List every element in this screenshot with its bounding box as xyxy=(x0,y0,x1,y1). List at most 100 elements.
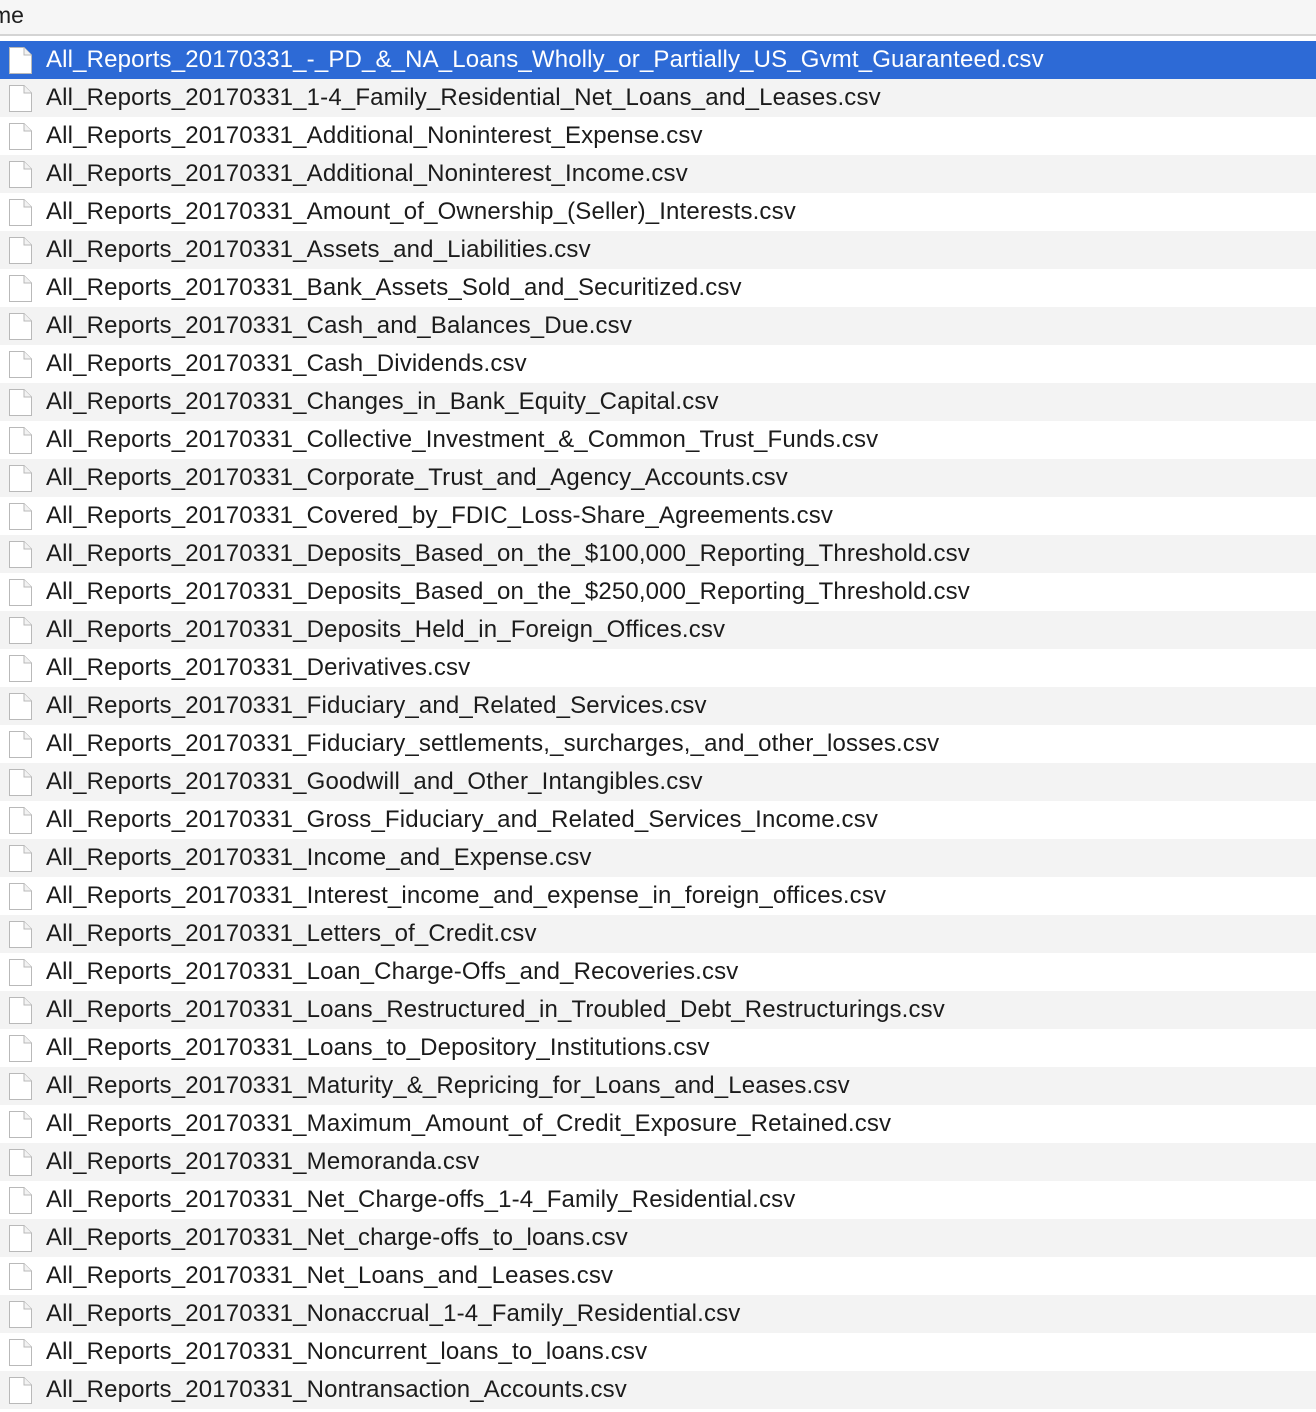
file-row[interactable]: All_Reports_20170331_Additional_Noninter… xyxy=(0,117,1316,155)
file-row[interactable]: All_Reports_20170331_Income_and_Expense.… xyxy=(0,839,1316,877)
file-name: All_Reports_20170331_Cash_and_Balances_D… xyxy=(46,312,632,339)
document-file-icon xyxy=(8,616,33,645)
document-file-icon xyxy=(8,1376,33,1405)
file-row[interactable]: All_Reports_20170331_Goodwill_and_Other_… xyxy=(0,763,1316,801)
document-file-icon xyxy=(8,312,33,341)
file-row[interactable]: All_Reports_20170331_Collective_Investme… xyxy=(0,421,1316,459)
document-file-icon xyxy=(8,1148,33,1177)
file-row[interactable]: All_Reports_20170331_Loans_Restructured_… xyxy=(0,991,1316,1029)
file-name: All_Reports_20170331_Corporate_Trust_and… xyxy=(46,464,788,491)
file-row[interactable]: All_Reports_20170331_Maximum_Amount_of_C… xyxy=(0,1105,1316,1143)
file-row[interactable]: All_Reports_20170331_Cash_and_Balances_D… xyxy=(0,307,1316,345)
document-file-icon xyxy=(8,730,33,759)
file-name: All_Reports_20170331_Derivatives.csv xyxy=(46,654,471,681)
file-row[interactable]: All_Reports_20170331_Bank_Assets_Sold_an… xyxy=(0,269,1316,307)
file-name: All_Reports_20170331_Letters_of_Credit.c… xyxy=(46,920,537,947)
document-file-icon xyxy=(8,426,33,455)
document-file-icon xyxy=(8,578,33,607)
document-file-icon xyxy=(8,350,33,379)
file-name: All_Reports_20170331_Bank_Assets_Sold_an… xyxy=(46,274,742,301)
file-list: All_Reports_20170331_-_PD_&_NA_Loans_Who… xyxy=(0,41,1316,1409)
document-file-icon xyxy=(8,996,33,1025)
document-file-icon xyxy=(8,1110,33,1139)
file-row[interactable]: All_Reports_20170331_Interest_income_and… xyxy=(0,877,1316,915)
file-name: All_Reports_20170331_Assets_and_Liabilit… xyxy=(46,236,591,263)
file-name: All_Reports_20170331_Maximum_Amount_of_C… xyxy=(46,1110,892,1137)
document-file-icon xyxy=(8,46,33,75)
file-name: All_Reports_20170331_Goodwill_and_Other_… xyxy=(46,768,703,795)
document-file-icon xyxy=(8,464,33,493)
file-row[interactable]: All_Reports_20170331_Amount_of_Ownership… xyxy=(0,193,1316,231)
document-file-icon xyxy=(8,122,33,151)
file-name: All_Reports_20170331_Nontransaction_Acco… xyxy=(46,1376,627,1403)
file-row[interactable]: All_Reports_20170331_Nontransaction_Acco… xyxy=(0,1371,1316,1409)
file-row[interactable]: All_Reports_20170331_Covered_by_FDIC_Los… xyxy=(0,497,1316,535)
document-file-icon xyxy=(8,1338,33,1367)
file-row[interactable]: All_Reports_20170331_Nonaccrual_1-4_Fami… xyxy=(0,1295,1316,1333)
file-row[interactable]: All_Reports_20170331_1-4_Family_Resident… xyxy=(0,79,1316,117)
file-row[interactable]: All_Reports_20170331_Corporate_Trust_and… xyxy=(0,459,1316,497)
file-row[interactable]: All_Reports_20170331_Net_charge-offs_to_… xyxy=(0,1219,1316,1257)
file-row[interactable]: All_Reports_20170331_Loan_Charge-Offs_an… xyxy=(0,953,1316,991)
file-row[interactable]: All_Reports_20170331_-_PD_&_NA_Loans_Who… xyxy=(0,41,1316,79)
file-name: All_Reports_20170331_Net_Loans_and_Lease… xyxy=(46,1262,614,1289)
file-name: All_Reports_20170331_Additional_Noninter… xyxy=(46,160,688,187)
document-file-icon xyxy=(8,768,33,797)
file-name: All_Reports_20170331_Nonaccrual_1-4_Fami… xyxy=(46,1300,741,1327)
document-file-icon xyxy=(8,1186,33,1215)
document-file-icon xyxy=(8,274,33,303)
file-name: All_Reports_20170331_Income_and_Expense.… xyxy=(46,844,592,871)
file-row[interactable]: All_Reports_20170331_Fiduciary_settlemen… xyxy=(0,725,1316,763)
document-file-icon xyxy=(8,236,33,265)
file-name: All_Reports_20170331_Cash_Dividends.csv xyxy=(46,350,527,377)
file-row[interactable]: All_Reports_20170331_Memoranda.csv xyxy=(0,1143,1316,1181)
file-row[interactable]: All_Reports_20170331_Letters_of_Credit.c… xyxy=(0,915,1316,953)
file-row[interactable]: All_Reports_20170331_Changes_in_Bank_Equ… xyxy=(0,383,1316,421)
file-name: All_Reports_20170331_Net_charge-offs_to_… xyxy=(46,1224,628,1251)
name-column-label: me xyxy=(0,2,24,28)
document-file-icon xyxy=(8,1224,33,1253)
file-name: All_Reports_20170331_Changes_in_Bank_Equ… xyxy=(46,388,719,415)
file-row[interactable]: All_Reports_20170331_Net_Loans_and_Lease… xyxy=(0,1257,1316,1295)
file-name: All_Reports_20170331_Covered_by_FDIC_Los… xyxy=(46,502,834,529)
file-name: All_Reports_20170331_1-4_Family_Resident… xyxy=(46,84,881,111)
file-row[interactable]: All_Reports_20170331_Loans_to_Depository… xyxy=(0,1029,1316,1067)
file-name: All_Reports_20170331_-_PD_&_NA_Loans_Who… xyxy=(46,46,1044,73)
document-file-icon xyxy=(8,1262,33,1291)
document-file-icon xyxy=(8,1034,33,1063)
file-name: All_Reports_20170331_Collective_Investme… xyxy=(46,426,879,453)
file-row[interactable]: All_Reports_20170331_Maturity_&_Repricin… xyxy=(0,1067,1316,1105)
document-file-icon xyxy=(8,1072,33,1101)
document-file-icon xyxy=(8,806,33,835)
name-column-header[interactable]: me xyxy=(0,0,1316,36)
document-file-icon xyxy=(8,540,33,569)
file-name: All_Reports_20170331_Fiduciary_and_Relat… xyxy=(46,692,707,719)
file-name: All_Reports_20170331_Maturity_&_Repricin… xyxy=(46,1072,850,1099)
file-name: All_Reports_20170331_Deposits_Based_on_t… xyxy=(46,578,970,605)
file-row[interactable]: All_Reports_20170331_Deposits_Based_on_t… xyxy=(0,573,1316,611)
document-file-icon xyxy=(8,692,33,721)
file-row[interactable]: All_Reports_20170331_Fiduciary_and_Relat… xyxy=(0,687,1316,725)
file-name: All_Reports_20170331_Deposits_Held_in_Fo… xyxy=(46,616,726,643)
document-file-icon xyxy=(8,958,33,987)
document-file-icon xyxy=(8,160,33,189)
file-row[interactable]: All_Reports_20170331_Noncurrent_loans_to… xyxy=(0,1333,1316,1371)
file-row[interactable]: All_Reports_20170331_Additional_Noninter… xyxy=(0,155,1316,193)
file-row[interactable]: All_Reports_20170331_Gross_Fiduciary_and… xyxy=(0,801,1316,839)
file-name: All_Reports_20170331_Deposits_Based_on_t… xyxy=(46,540,970,567)
file-row[interactable]: All_Reports_20170331_Deposits_Based_on_t… xyxy=(0,535,1316,573)
file-name: All_Reports_20170331_Memoranda.csv xyxy=(46,1148,480,1175)
file-row[interactable]: All_Reports_20170331_Net_Charge-offs_1-4… xyxy=(0,1181,1316,1219)
file-row[interactable]: All_Reports_20170331_Derivatives.csv xyxy=(0,649,1316,687)
file-row[interactable]: All_Reports_20170331_Deposits_Held_in_Fo… xyxy=(0,611,1316,649)
file-row[interactable]: All_Reports_20170331_Assets_and_Liabilit… xyxy=(0,231,1316,269)
file-name: All_Reports_20170331_Additional_Noninter… xyxy=(46,122,703,149)
file-name: All_Reports_20170331_Interest_income_and… xyxy=(46,882,887,909)
document-file-icon xyxy=(8,882,33,911)
document-file-icon xyxy=(8,654,33,683)
document-file-icon xyxy=(8,198,33,227)
file-row[interactable]: All_Reports_20170331_Cash_Dividends.csv xyxy=(0,345,1316,383)
file-name: All_Reports_20170331_Loan_Charge-Offs_an… xyxy=(46,958,739,985)
document-file-icon xyxy=(8,844,33,873)
file-name: All_Reports_20170331_Amount_of_Ownership… xyxy=(46,198,796,225)
